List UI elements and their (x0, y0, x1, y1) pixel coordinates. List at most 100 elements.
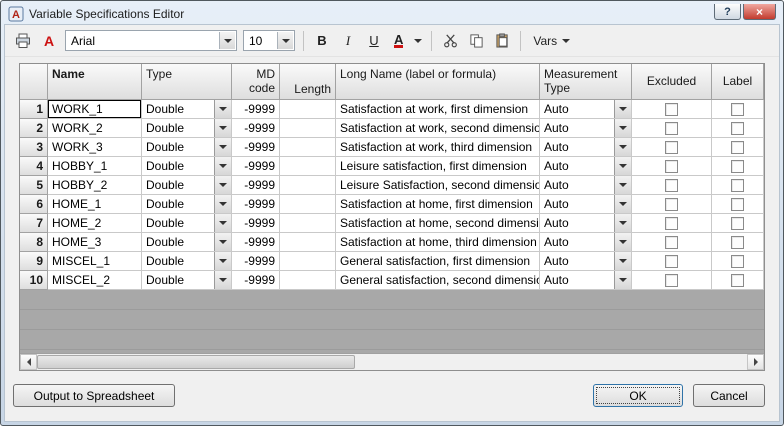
long-name-cell[interactable]: Satisfaction at work, first dimension (336, 100, 540, 119)
font-size-dropdown-button[interactable] (277, 32, 293, 49)
label-checkbox[interactable] (731, 217, 744, 230)
measurement-type-cell[interactable]: Auto (540, 100, 632, 119)
row-number[interactable]: 5 (20, 176, 48, 195)
label-checkbox[interactable] (731, 255, 744, 268)
app-icon[interactable]: A (8, 6, 24, 22)
cut-button[interactable] (438, 29, 462, 53)
length-cell[interactable] (280, 176, 336, 195)
label-cell[interactable] (712, 252, 764, 271)
label-cell[interactable] (712, 119, 764, 138)
measurement-type-cell[interactable]: Auto (540, 252, 632, 271)
row-number[interactable]: 4 (20, 157, 48, 176)
name-cell[interactable]: MISCEL_1 (48, 252, 142, 271)
type-dropdown-button[interactable] (214, 233, 231, 251)
font-size-select[interactable]: 10 (243, 30, 295, 51)
name-cell[interactable]: HOME_2 (48, 214, 142, 233)
name-cell[interactable]: WORK_3 (48, 138, 142, 157)
type-cell[interactable]: Double (142, 119, 232, 138)
name-cell[interactable]: WORK_1 (48, 100, 142, 119)
paste-button[interactable] (490, 29, 514, 53)
excluded-cell[interactable] (632, 100, 712, 119)
length-cell[interactable] (280, 138, 336, 157)
label-checkbox[interactable] (731, 141, 744, 154)
type-dropdown-button[interactable] (214, 195, 231, 213)
type-dropdown-button[interactable] (214, 271, 231, 289)
row-number[interactable]: 7 (20, 214, 48, 233)
label-cell[interactable] (712, 138, 764, 157)
long-name-cell[interactable]: Leisure satisfaction, first dimension (336, 157, 540, 176)
column-header-name[interactable]: Name (48, 64, 142, 100)
excluded-cell[interactable] (632, 138, 712, 157)
measurement-dropdown-button[interactable] (614, 138, 631, 156)
excluded-checkbox[interactable] (665, 274, 678, 287)
excluded-cell[interactable] (632, 195, 712, 214)
measurement-dropdown-button[interactable] (614, 176, 631, 194)
excluded-cell[interactable] (632, 233, 712, 252)
type-dropdown-button[interactable] (214, 214, 231, 232)
scroll-right-button[interactable] (747, 354, 764, 370)
scrollbar-thumb[interactable] (37, 355, 355, 369)
measurement-type-cell[interactable]: Auto (540, 214, 632, 233)
measurement-type-cell[interactable]: Auto (540, 157, 632, 176)
font-dialog-button[interactable]: A (37, 29, 61, 53)
excluded-checkbox[interactable] (665, 103, 678, 116)
md-code-cell[interactable]: -9999 (232, 271, 280, 290)
measurement-dropdown-button[interactable] (614, 233, 631, 251)
measurement-type-cell[interactable]: Auto (540, 119, 632, 138)
measurement-type-cell[interactable]: Auto (540, 271, 632, 290)
label-cell[interactable] (712, 271, 764, 290)
excluded-checkbox[interactable] (665, 141, 678, 154)
excluded-cell[interactable] (632, 157, 712, 176)
font-color-button[interactable]: A (388, 29, 409, 53)
excluded-checkbox[interactable] (665, 160, 678, 173)
measurement-dropdown-button[interactable] (614, 271, 631, 289)
type-dropdown-button[interactable] (214, 252, 231, 270)
name-cell[interactable]: WORK_2 (48, 119, 142, 138)
type-cell[interactable]: Double (142, 233, 232, 252)
long-name-cell[interactable]: Leisure Satisfaction, second dimension (336, 176, 540, 195)
md-code-cell[interactable]: -9999 (232, 252, 280, 271)
label-checkbox[interactable] (731, 122, 744, 135)
measurement-dropdown-button[interactable] (614, 214, 631, 232)
long-name-cell[interactable]: Satisfaction at work, second dimension (336, 119, 540, 138)
corner-cell[interactable] (20, 64, 48, 100)
name-cell[interactable]: HOME_1 (48, 195, 142, 214)
italic-button[interactable]: I (336, 29, 360, 53)
excluded-cell[interactable] (632, 271, 712, 290)
md-code-cell[interactable]: -9999 (232, 214, 280, 233)
label-checkbox[interactable] (731, 274, 744, 287)
type-cell[interactable]: Double (142, 214, 232, 233)
column-header-label[interactable]: Label (712, 64, 764, 100)
label-checkbox[interactable] (731, 198, 744, 211)
measurement-type-cell[interactable]: Auto (540, 233, 632, 252)
column-header-excluded[interactable]: Excluded (632, 64, 712, 100)
titlebar[interactable]: A Variable Specifications Editor ? × (4, 4, 780, 24)
label-cell[interactable] (712, 195, 764, 214)
measurement-type-cell[interactable]: Auto (540, 195, 632, 214)
column-header-md-code[interactable]: MD code (232, 64, 280, 100)
excluded-checkbox[interactable] (665, 236, 678, 249)
horizontal-scrollbar[interactable] (20, 353, 764, 370)
name-cell[interactable]: MISCEL_2 (48, 271, 142, 290)
excluded-checkbox[interactable] (665, 255, 678, 268)
copy-button[interactable] (464, 29, 488, 53)
excluded-cell[interactable] (632, 176, 712, 195)
md-code-cell[interactable]: -9999 (232, 195, 280, 214)
type-cell[interactable]: Double (142, 252, 232, 271)
md-code-cell[interactable]: -9999 (232, 138, 280, 157)
long-name-cell[interactable]: Satisfaction at home, third dimension (336, 233, 540, 252)
type-dropdown-button[interactable] (214, 119, 231, 137)
name-cell[interactable]: HOME_3 (48, 233, 142, 252)
type-cell[interactable]: Double (142, 100, 232, 119)
cancel-button[interactable]: Cancel (693, 384, 765, 407)
length-cell[interactable] (280, 233, 336, 252)
row-number[interactable]: 9 (20, 252, 48, 271)
row-number[interactable]: 10 (20, 271, 48, 290)
md-code-cell[interactable]: -9999 (232, 119, 280, 138)
long-name-cell[interactable]: General satisfaction, second dimension (336, 271, 540, 290)
type-cell[interactable]: Double (142, 157, 232, 176)
column-header-long-name[interactable]: Long Name (label or formula) (336, 64, 540, 100)
measurement-dropdown-button[interactable] (614, 252, 631, 270)
column-header-measurement-type[interactable]: Measurement Type (540, 64, 632, 100)
measurement-dropdown-button[interactable] (614, 195, 631, 213)
